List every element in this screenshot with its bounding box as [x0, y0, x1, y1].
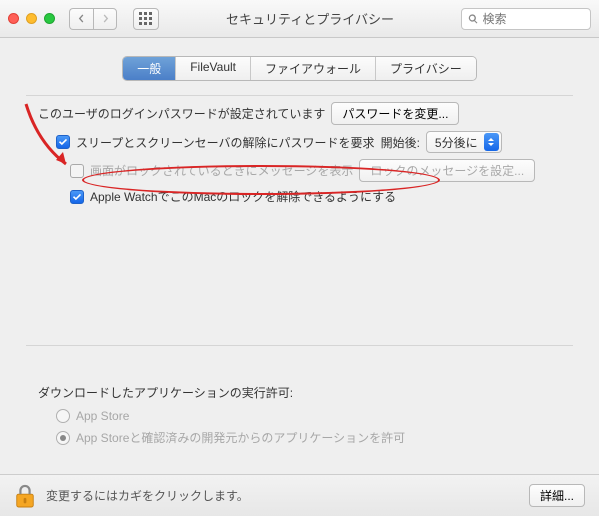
window-title: セキュリティとプライバシー	[167, 9, 453, 28]
download-appstore-label: App Store	[76, 409, 129, 423]
tab-bar: 一般 FileVault ファイアウォール プライバシー	[0, 56, 599, 81]
content: このユーザのログインパスワードが設定されています パスワードを変更... スリー…	[0, 95, 599, 446]
back-button[interactable]	[69, 8, 93, 30]
chevron-updown-icon	[484, 133, 499, 151]
tab-segment: 一般 FileVault ファイアウォール プライバシー	[122, 56, 477, 81]
footer: 変更するにはカギをクリックします。 詳細...	[0, 474, 599, 516]
minimize-button[interactable]	[26, 13, 37, 24]
search-input[interactable]	[483, 12, 585, 26]
nav-group	[69, 8, 117, 30]
set-lock-message-button: ロックのメッセージを設定...	[359, 159, 535, 182]
tab-filevault[interactable]: FileVault	[176, 57, 251, 80]
require-password-label: スリープとスクリーンセーバの解除にパスワードを要求	[76, 134, 375, 151]
change-password-button[interactable]: パスワードを変更...	[331, 102, 459, 125]
password-delay-value: 5分後に	[435, 134, 478, 151]
show-lock-message-label: 画面がロックされているときにメッセージを表示	[90, 162, 353, 179]
show-lock-message-checkbox	[70, 164, 84, 178]
divider	[26, 345, 573, 346]
download-appstore-identified-radio	[56, 431, 70, 445]
tab-general[interactable]: 一般	[123, 57, 176, 80]
login-password-status: このユーザのログインパスワードが設定されています	[38, 105, 325, 122]
divider	[26, 95, 573, 96]
require-password-checkbox[interactable]	[56, 135, 70, 149]
download-appstore-radio	[56, 409, 70, 423]
tab-privacy[interactable]: プライバシー	[376, 57, 476, 80]
advanced-button[interactable]: 詳細...	[529, 484, 585, 507]
tab-firewall[interactable]: ファイアウォール	[251, 57, 376, 80]
search-icon	[468, 13, 479, 25]
traffic-lights	[8, 13, 55, 24]
forward-button[interactable]	[93, 8, 117, 30]
show-all-button[interactable]	[133, 8, 159, 30]
apple-watch-unlock-label: Apple WatchでこのMacのロックを解除できるようにする	[90, 188, 396, 205]
search-field[interactable]	[461, 8, 591, 30]
password-delay-select[interactable]: 5分後に	[426, 131, 502, 153]
titlebar: セキュリティとプライバシー	[0, 0, 599, 38]
download-apps-title: ダウンロードしたアプリケーションの実行許可:	[38, 384, 573, 401]
require-password-after-label: 開始後:	[381, 134, 420, 151]
lock-icon[interactable]	[14, 483, 36, 509]
apple-watch-unlock-checkbox[interactable]	[70, 190, 84, 204]
download-appstore-identified-label: App Storeと確認済みの開発元からのアプリケーションを許可	[76, 429, 405, 446]
close-button[interactable]	[8, 13, 19, 24]
zoom-button[interactable]	[44, 13, 55, 24]
lock-message: 変更するにはカギをクリックします。	[46, 487, 529, 504]
